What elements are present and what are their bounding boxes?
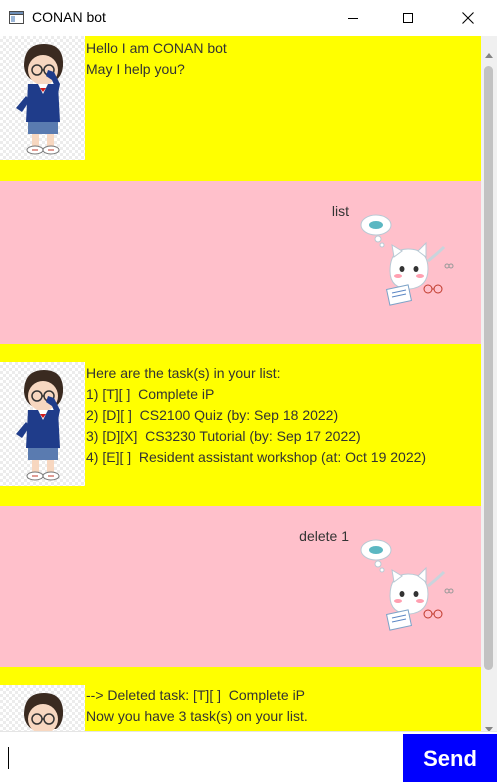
window-title: CONAN bot bbox=[32, 9, 106, 25]
message-line: 2) [D][ ] CS2100 Quiz (by: Sep 18 2022) bbox=[86, 407, 339, 423]
scrollbar-thumb[interactable] bbox=[484, 66, 493, 670]
title-bar[interactable]: CONAN bot bbox=[0, 0, 497, 37]
conan-avatar bbox=[0, 362, 85, 486]
input-bar: Send bbox=[0, 731, 497, 782]
user-message-text: list bbox=[331, 203, 349, 219]
bot-message: --> Deleted task: [T][ ] Complete iP Now … bbox=[0, 667, 481, 731]
conan-avatar bbox=[0, 36, 85, 160]
message-line: --> Deleted task: [T][ ] Complete iP bbox=[86, 687, 306, 703]
bot-message-text: --> Deleted task: [T][ ] Complete iP Now … bbox=[86, 685, 308, 727]
maximize-icon bbox=[402, 12, 414, 24]
user-message: list bbox=[0, 181, 481, 344]
message-line: May I help you? bbox=[86, 61, 185, 77]
send-button[interactable]: Send bbox=[403, 734, 497, 782]
conan-avatar bbox=[0, 685, 85, 731]
message-line: Now you have 3 task(s) on your list. bbox=[86, 708, 308, 724]
scroll-down-arrow-icon[interactable] bbox=[485, 720, 493, 732]
user-message-text: delete 1 bbox=[299, 528, 349, 544]
close-button[interactable] bbox=[445, 0, 491, 36]
white-cat-avatar bbox=[356, 534, 456, 644]
chat-window: CONAN bot Hello I am CONAN bot May I hel… bbox=[0, 0, 497, 782]
vertical-scrollbar[interactable] bbox=[481, 36, 497, 732]
message-line: Hello I am CONAN bot bbox=[86, 40, 227, 56]
message-line: 1) [T][ ] Complete iP bbox=[86, 386, 215, 402]
app-window-icon bbox=[9, 11, 24, 24]
message-input[interactable] bbox=[0, 732, 402, 782]
minimize-button[interactable] bbox=[330, 0, 376, 36]
maximize-button[interactable] bbox=[385, 0, 431, 36]
scroll-up-arrow-icon[interactable] bbox=[485, 45, 493, 58]
close-icon bbox=[461, 11, 475, 25]
user-message: delete 1 bbox=[0, 506, 481, 667]
white-cat-avatar bbox=[356, 209, 456, 319]
message-line: Here are the task(s) in your list: bbox=[86, 365, 281, 381]
text-caret bbox=[8, 747, 9, 769]
bot-message: Here are the task(s) in your list: 1) [T]… bbox=[0, 344, 481, 506]
message-line: 3) [D][X] CS3230 Tutorial (by: Sep 17 20… bbox=[86, 428, 361, 444]
bot-message-text: Hello I am CONAN bot May I help you? bbox=[86, 38, 227, 80]
bot-message-text: Here are the task(s) in your list: 1) [T]… bbox=[86, 363, 426, 468]
bot-message: Hello I am CONAN bot May I help you? bbox=[0, 36, 481, 181]
minimize-icon bbox=[347, 12, 359, 24]
chat-scroll-pane[interactable]: Hello I am CONAN bot May I help you? list bbox=[0, 36, 481, 731]
message-line: 4) [E][ ] Resident assistant workshop (a… bbox=[86, 449, 427, 465]
